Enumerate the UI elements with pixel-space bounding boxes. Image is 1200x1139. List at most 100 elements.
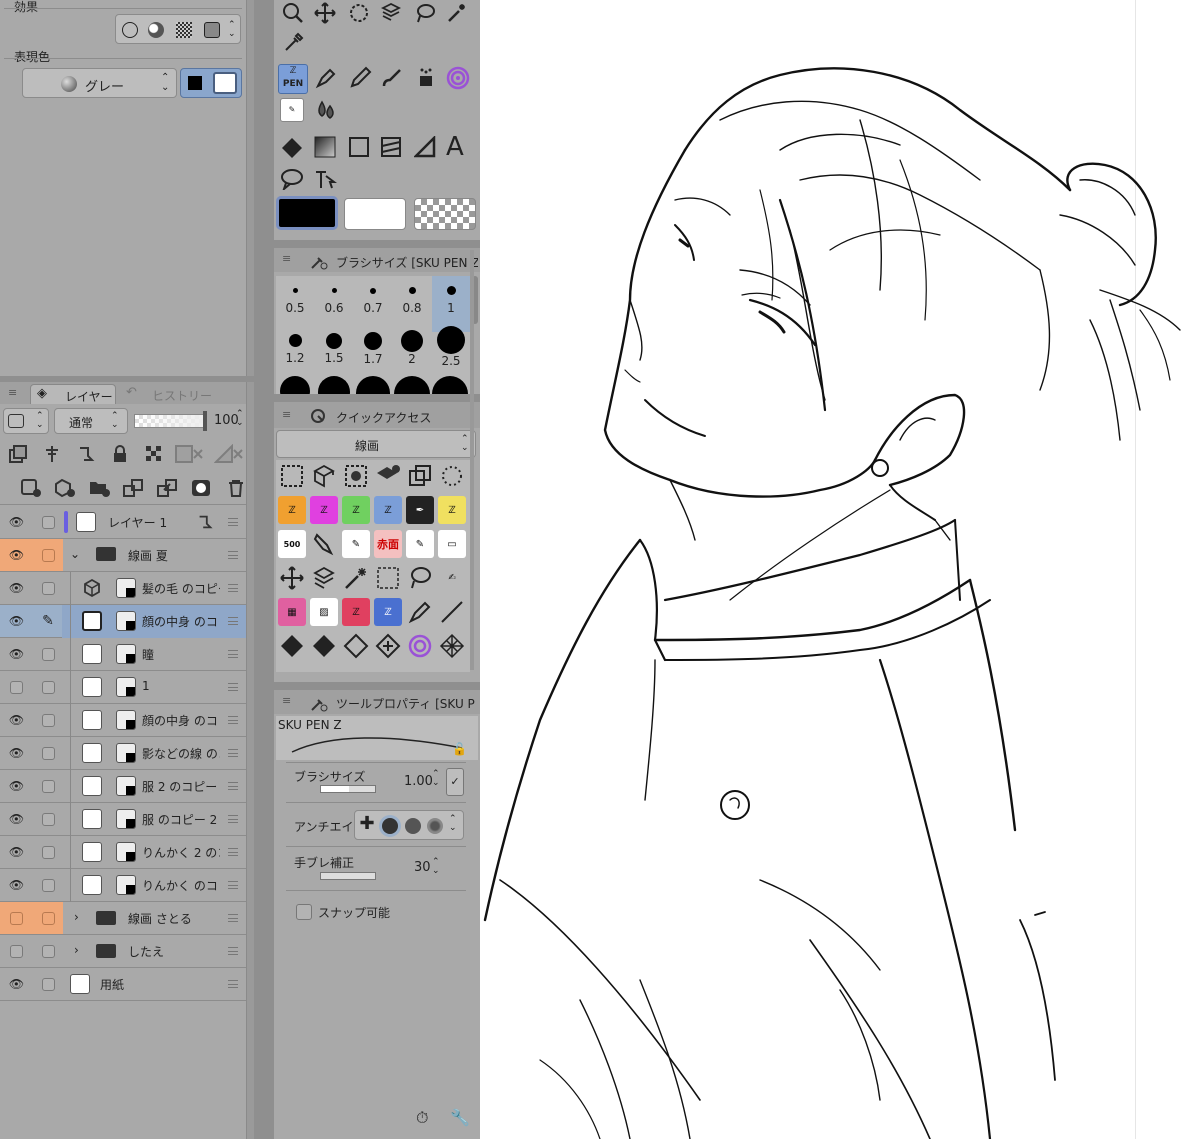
line-icon[interactable] — [438, 598, 466, 626]
folder-row[interactable]: › 線画 さとる — [0, 902, 246, 935]
layer-lock-toggle[interactable] — [33, 539, 63, 571]
visibility-eye-icon[interactable]: 👁 — [0, 638, 33, 670]
figure-rect-icon[interactable] — [348, 136, 370, 158]
correct-line-icon[interactable] — [314, 168, 338, 190]
main-color-swatch[interactable] — [276, 196, 338, 230]
layer-row[interactable]: 👁 服 のコピー 2 — [0, 803, 246, 836]
visibility-eye-icon[interactable]: 👁 — [0, 737, 33, 769]
eraser-custom-icon[interactable]: ✎ — [406, 530, 434, 558]
magic-wand-icon[interactable] — [342, 564, 370, 592]
zoom-icon[interactable] — [282, 2, 304, 24]
eraser-icon[interactable]: ▭ — [438, 530, 466, 558]
drag-handle-icon[interactable] — [228, 650, 238, 658]
drag-handle-icon[interactable] — [228, 683, 238, 691]
visibility-eye-icon[interactable]: 👁 — [0, 605, 33, 637]
menu-icon[interactable]: ≡ — [282, 252, 291, 265]
tone-effect-icon[interactable] — [148, 22, 164, 38]
lasso-icon[interactable] — [406, 564, 434, 592]
pen-icon[interactable] — [314, 66, 338, 90]
fill-close-icon[interactable] — [310, 632, 338, 660]
brush-size-slider[interactable] — [320, 785, 376, 793]
tab-history[interactable]: ↶ ヒストリー — [118, 384, 218, 404]
airbrush-icon[interactable] — [414, 66, 438, 90]
layer-row[interactable]: 👁 影などの線 のコピー — [0, 737, 246, 770]
brush-size-2.5[interactable]: 2.5 — [432, 326, 470, 382]
stamp-icon[interactable]: ✍ — [438, 564, 466, 592]
drag-handle-icon[interactable] — [228, 815, 238, 823]
chevron-right-icon[interactable]: › — [74, 910, 79, 924]
drag-handle-icon[interactable] — [228, 881, 238, 889]
stabilization-value[interactable]: 30 — [414, 860, 431, 875]
layer-row[interactable]: 👁 用紙 — [0, 968, 246, 1001]
blush-red-icon[interactable]: 赤面 — [374, 530, 402, 558]
layer-row[interactable]: 👁 レイヤー 1 — [0, 506, 246, 539]
brush-size-2[interactable]: 2 — [393, 326, 431, 382]
sub-color-swatch[interactable] — [344, 198, 406, 230]
expression-color-select[interactable]: グレー ⌃ ⌄ — [22, 68, 177, 98]
drag-handle-icon[interactable] — [228, 848, 238, 856]
new-folder-icon[interactable] — [88, 478, 110, 498]
editing-pen-icon[interactable]: ✎ — [33, 605, 63, 637]
blend-mode-select[interactable]: 通常 ⌃ ⌄ — [54, 408, 128, 434]
drawing-canvas[interactable] — [480, 0, 1200, 1139]
lock-icon[interactable] — [110, 444, 130, 464]
brush-size-0.5[interactable]: 0.5 — [276, 276, 314, 332]
visibility-eye-icon[interactable]: 👁 — [0, 572, 33, 604]
blend-drops-icon[interactable] — [314, 98, 338, 122]
reference-layer-icon[interactable] — [42, 444, 62, 464]
selection-layer-icon[interactable] — [342, 462, 370, 490]
drag-handle-icon[interactable] — [228, 551, 238, 559]
pressure-toggle[interactable]: ✓ — [446, 768, 464, 796]
eyedropper-icon[interactable] — [282, 32, 304, 54]
combine-lower-layer-icon[interactable] — [156, 478, 178, 498]
layer-row[interactable]: 👁 瞳 — [0, 638, 246, 671]
move-icon[interactable] — [278, 564, 306, 592]
pen-nib-icon[interactable]: ✒ — [406, 496, 434, 524]
drag-handle-icon[interactable] — [228, 980, 238, 988]
brush-size-1.7[interactable]: 1.7 — [354, 326, 392, 382]
drag-handle-icon[interactable] — [228, 782, 238, 790]
drag-handle-icon[interactable] — [228, 518, 238, 526]
sku-pen-z-tool[interactable]: ℤ PEN — [278, 64, 308, 94]
custom-pink-icon[interactable]: ▦ — [278, 598, 306, 626]
folder-row[interactable]: 👁 ⌄ 線画 夏 — [0, 539, 246, 572]
drag-handle-icon[interactable] — [228, 749, 238, 757]
decoration-spiral-icon[interactable] — [406, 632, 434, 660]
ruler-enable-icon[interactable] — [214, 444, 244, 464]
visibility-eye-icon[interactable]: 👁 — [0, 506, 33, 538]
snap-checkbox[interactable] — [296, 904, 312, 920]
object-select-icon[interactable] — [310, 462, 338, 490]
brush-size-value[interactable]: 1.00 — [404, 774, 433, 789]
layer-lock-toggle[interactable] — [33, 770, 63, 802]
layer-lock-toggle[interactable] — [33, 803, 63, 835]
layer-row[interactable]: 1 — [0, 671, 246, 704]
drag-handle-icon[interactable] — [228, 947, 238, 955]
antialias-none-icon[interactable]: ✚ — [357, 815, 377, 835]
visibility-toggle[interactable] — [0, 671, 33, 703]
menu-icon[interactable]: ≡ — [282, 694, 291, 707]
text-icon[interactable]: A — [446, 132, 464, 162]
layer-lock-toggle[interactable] — [33, 704, 63, 736]
object-select-icon[interactable] — [380, 2, 402, 24]
new-raster-layer-icon[interactable] — [20, 478, 42, 498]
fill-bucket-icon[interactable] — [280, 136, 306, 160]
ruler-icon[interactable] — [414, 136, 436, 158]
brush-size-0.8[interactable]: 0.8 — [393, 276, 431, 332]
gradient-icon[interactable] — [314, 136, 336, 158]
new-vector-layer-icon[interactable] — [54, 478, 76, 498]
balloon-icon[interactable] — [280, 168, 304, 190]
layer-row[interactable]: 👁 顔の中身 のコピー — [0, 704, 246, 737]
layer-lock-toggle[interactable] — [33, 968, 63, 1000]
rect-select-icon[interactable] — [374, 564, 402, 592]
layer-lock-toggle[interactable] — [33, 671, 63, 703]
folder-row[interactable]: › したえ — [0, 935, 246, 968]
opacity-slider[interactable] — [134, 411, 207, 431]
transparent-color-swatch[interactable] — [414, 198, 476, 230]
lock-transparent-icon[interactable] — [144, 444, 164, 464]
brush-size-0.6[interactable]: 0.6 — [315, 276, 353, 332]
stabilization-slider[interactable] — [320, 872, 376, 880]
mesh-pattern-icon[interactable] — [438, 632, 466, 660]
create-mask-icon[interactable] — [190, 478, 212, 498]
menu-icon[interactable]: ≡ — [282, 408, 291, 421]
effect-buttons[interactable]: ⌃ ⌄ — [115, 14, 241, 44]
